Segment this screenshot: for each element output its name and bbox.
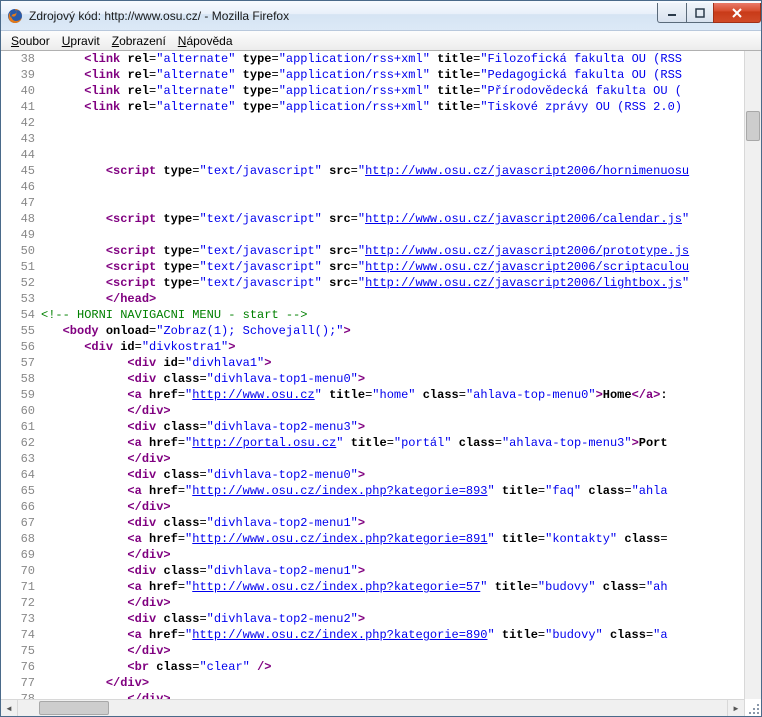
- resize-grip[interactable]: [747, 702, 760, 715]
- vertical-scroll-thumb[interactable]: [746, 111, 760, 141]
- scroll-right-arrow[interactable]: ►: [727, 700, 744, 716]
- vertical-scrollbar[interactable]: [744, 51, 761, 699]
- horizontal-scrollbar[interactable]: ◄ ►: [1, 699, 744, 716]
- minimize-button[interactable]: [657, 3, 687, 23]
- window-frame: Zdrojový kód: http://www.osu.cz/ - Mozil…: [0, 0, 762, 717]
- horizontal-scroll-thumb[interactable]: [39, 701, 109, 715]
- window-title: Zdrojový kód: http://www.osu.cz/ - Mozil…: [29, 9, 658, 23]
- maximize-button[interactable]: [686, 3, 714, 23]
- close-button[interactable]: [713, 3, 761, 23]
- content-area: 38 39 40 41 42 43 44 45 46 47 48 49 50 5…: [1, 51, 761, 699]
- titlebar[interactable]: Zdrojový kód: http://www.osu.cz/ - Mozil…: [1, 1, 761, 31]
- window-controls: [658, 3, 761, 23]
- menubar: Soubor Upravit Zobrazení Nápověda: [1, 31, 761, 51]
- firefox-icon: [7, 8, 23, 24]
- line-number-gutter: 38 39 40 41 42 43 44 45 46 47 48 49 50 5…: [1, 51, 41, 699]
- scroll-left-arrow[interactable]: ◄: [1, 700, 18, 716]
- menu-file[interactable]: Soubor: [5, 32, 56, 50]
- menu-edit[interactable]: Upravit: [56, 32, 106, 50]
- source-code-view[interactable]: <link rel="alternate" type="application/…: [41, 51, 744, 699]
- menu-help[interactable]: Nápověda: [172, 32, 239, 50]
- menu-view[interactable]: Zobrazení: [106, 32, 172, 50]
